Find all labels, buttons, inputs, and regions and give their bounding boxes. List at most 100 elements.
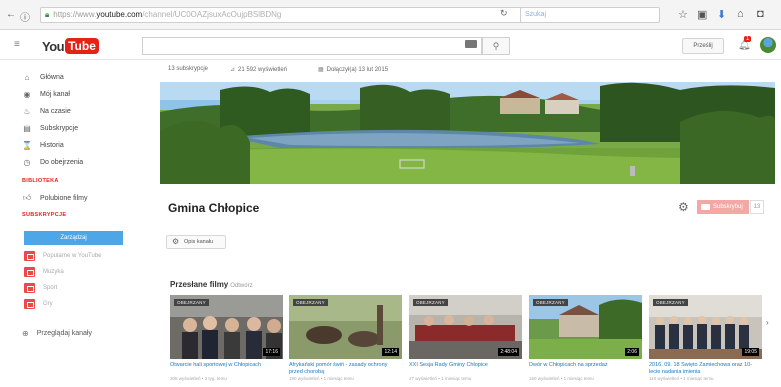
clock-icon: ◷	[23, 157, 31, 167]
video-thumbnail[interactable]: OBEJRZANY 12:14	[289, 295, 402, 359]
sub-item-label: Sport	[43, 285, 58, 291]
pocket-icon[interactable]: ◘	[757, 8, 764, 20]
channel-stats: 13 subskrypcje ⊿ 21 592 wyświetleń ▦ Dołąc…	[160, 64, 760, 78]
browser-search-field[interactable]: Szukaj	[520, 7, 660, 23]
sub-item-popular[interactable]: Popularne w YouTube	[24, 249, 102, 263]
video-meta: 27 wyświetleń • 1 miesiąc temu	[409, 376, 472, 381]
channel-title: Gmina Chłopice	[168, 201, 260, 215]
address-bar[interactable]: 🔒︎ https://www.youtube.com/channel/UC0OAZ…	[40, 7, 550, 23]
gear-icon[interactable]: ⚙	[678, 200, 689, 214]
channel-banner	[160, 82, 775, 184]
sub-item-games[interactable]: Gry	[24, 297, 53, 311]
avatar[interactable]	[760, 37, 776, 53]
browser-search-placeholder: Szukaj	[525, 11, 547, 18]
channel-icon	[24, 299, 35, 309]
stat-label: Dołączył(a) 13 lut 2015	[326, 67, 389, 73]
sidebar-item-subscriptions[interactable]: ▤ Subskrypcje	[22, 121, 78, 135]
thumbs-up-icon: 👍︎	[22, 193, 32, 202]
url-scheme: https://www.	[53, 10, 97, 19]
play-all-link[interactable]: Odtwórz	[230, 283, 252, 289]
subscriber-count: 13	[750, 200, 764, 214]
video-duration: 12:14	[382, 348, 399, 356]
sidebar-item-home[interactable]: ⌂ Główna	[22, 70, 64, 84]
upload-button[interactable]: Prześlij	[682, 38, 724, 54]
video-card[interactable]: OBEJRZANY 2:06 Dwór w Chłopicach na sprz…	[529, 295, 642, 382]
reload-icon[interactable]: ↻	[500, 8, 508, 19]
subscriptions-heading: SUBSKRYPCJE	[22, 212, 67, 218]
video-title[interactable]: Afrykański pomór świń - zasady ochrony p…	[289, 362, 402, 376]
watched-badge: OBEJRZANY	[174, 299, 209, 306]
sidebar-item-label: Subskrypcje	[40, 124, 79, 132]
stat-subscriptions: 13 subskrypcje	[168, 66, 208, 72]
flame-icon: ♨	[23, 106, 31, 116]
video-meta: 110 wyświetleń • 1 miesiąc temu	[649, 376, 714, 381]
video-thumbnail[interactable]: OBEJRZANY 2:06	[529, 295, 642, 359]
video-card[interactable]: OBEJRZANY 17:16 Otwarcie hali sportowej …	[170, 295, 283, 382]
download-icon[interactable]: ⬇	[717, 8, 726, 21]
video-title[interactable]: 2016. 09. 18 Święto Zamiechowa oraz 10-l…	[649, 362, 762, 376]
sidebar-item-watch-later[interactable]: ◷ Do obejrzenia	[22, 155, 84, 169]
chevron-right-icon[interactable]: ›	[766, 318, 769, 327]
sub-item-label: Gry	[43, 301, 53, 307]
stat-label: 21 592 wyświetleń	[238, 67, 288, 73]
channel-description-button[interactable]: ⚙ Opis kanału	[166, 235, 226, 249]
keyboard-icon[interactable]	[465, 40, 477, 48]
stat-label: 13 subskrypcje	[168, 66, 209, 72]
video-thumbnail[interactable]: OBEJRZANY 17:16	[170, 295, 283, 359]
video-meta: 190 wyświetleń • 1 miesiąc temu	[289, 376, 354, 381]
video-title[interactable]: Otwarcie hali sportowej w Chłopicach	[170, 362, 283, 376]
sidebar-item-history[interactable]: ⌛ Historia	[22, 138, 64, 152]
youtube-logo[interactable]: You Tube	[42, 37, 99, 55]
sidebar-item-label: Historia	[40, 141, 64, 149]
video-duration: 17:16	[263, 348, 280, 356]
hourglass-icon: ⌛	[22, 140, 32, 150]
sidebar-item-my-channel[interactable]: ◉ Mój kanał	[22, 87, 70, 101]
video-card[interactable]: OBEJRZANY 19:05 2016. 09. 18 Święto Zami…	[649, 295, 762, 382]
video-title[interactable]: Dwór w Chłopicach na sprzedaż	[529, 362, 642, 376]
calendar-icon: ▦	[318, 67, 324, 73]
menu-icon[interactable]: ≡	[14, 39, 20, 50]
subscribe-button[interactable]: Subskrybuj	[697, 200, 749, 214]
logo-you: You	[42, 38, 65, 54]
star-icon[interactable]: ☆	[678, 8, 688, 21]
sidebar-item-trending[interactable]: ♨ Na czasie	[22, 104, 70, 118]
logo-tube: Tube	[65, 38, 99, 54]
desc-label: Opis kanału	[184, 239, 214, 245]
sub-item-sport[interactable]: Sport	[24, 281, 57, 295]
uploads-heading-label: Przesłane filmy	[170, 280, 229, 289]
sub-item-label: Muzyka	[43, 269, 64, 275]
back-icon[interactable]: ←	[6, 9, 16, 20]
info-icon[interactable]: ⓘ	[20, 9, 30, 24]
sidebar-item-label: Do obejrzenia	[40, 158, 84, 166]
video-thumbnail[interactable]: OBEJRZANY 2:48:04	[409, 295, 522, 359]
person-icon: ◉	[23, 89, 31, 99]
watched-badge: OBEJRZANY	[413, 299, 448, 306]
home-icon: ⌂	[24, 72, 30, 82]
manage-subscriptions-button[interactable]: Zarządzaj	[24, 231, 123, 245]
browser-toolbar: ← ⓘ 🔒︎ https://www.youtube.com/channel/UC…	[0, 0, 781, 30]
search-input[interactable]	[142, 37, 482, 55]
channel-icon	[24, 267, 35, 277]
search-button[interactable]: ⚲	[482, 37, 510, 55]
clipboard-icon[interactable]: ▣	[697, 8, 707, 21]
sub-item-label: Popularne w YouTube	[43, 253, 102, 259]
watched-badge: OBEJRZANY	[293, 299, 328, 306]
video-card[interactable]: OBEJRZANY 2:48:04 XXI Sesja Rady Gminy C…	[409, 295, 522, 382]
sidebar-item-label: Polubione filmy	[40, 194, 88, 202]
stat-views: ⊿ 21 592 wyświetleń	[230, 66, 287, 73]
sidebar-item-label: Mój kanał	[40, 90, 70, 98]
video-duration: 19:05	[742, 348, 759, 356]
home-icon[interactable]: ⌂	[737, 8, 744, 20]
sidebar-item-liked[interactable]: 👍︎ Polubione filmy	[22, 191, 88, 205]
uploads-heading[interactable]: Przesłane filmy Odtwórz	[170, 280, 253, 289]
video-title[interactable]: XXI Sesja Rady Gminy Chłopice	[409, 362, 522, 376]
youtube-header: ≡ You Tube ⚲ Prześlij 🔔︎ 1	[0, 30, 781, 60]
browse-channels-link[interactable]: ⊕ Przeglądaj kanały	[22, 329, 92, 338]
video-card[interactable]: OBEJRZANY 12:14 Afrykański pomór świń - …	[289, 295, 402, 382]
video-thumbnail[interactable]: OBEJRZANY 19:05	[649, 295, 762, 359]
sub-item-music[interactable]: Muzyka	[24, 265, 64, 279]
notification-badge: 1	[744, 36, 752, 42]
search-icon: ⚲	[492, 41, 500, 51]
channel-icon	[24, 251, 35, 261]
stat-joined: ▦ Dołączył(a) 13 lut 2015	[318, 66, 388, 73]
